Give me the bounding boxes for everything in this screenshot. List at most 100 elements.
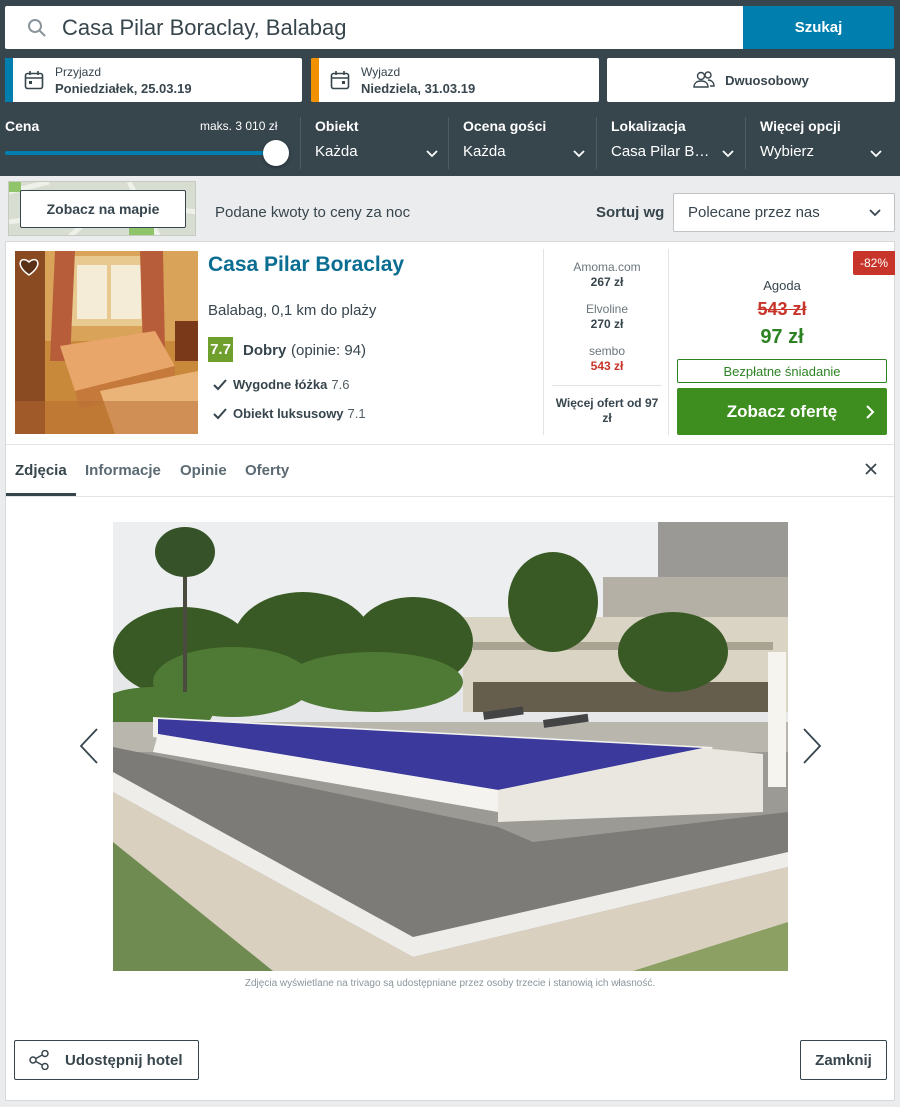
sort-select[interactable]: Polecane przez nas	[673, 193, 895, 232]
offer-price: 543 zł	[590, 359, 624, 373]
tab-photos[interactable]: Zdjęcia	[15, 462, 67, 479]
rating-count[interactable]: (opinie: 94)	[291, 342, 366, 359]
discount-badge: -82%	[853, 251, 895, 275]
property-filter-value: Każda	[315, 143, 358, 160]
search-icon	[28, 19, 46, 37]
show-on-map-button[interactable]: Zobacz na mapie	[20, 190, 186, 228]
chevron-down-icon	[869, 209, 881, 217]
hotel-thumbnail[interactable]	[15, 251, 198, 434]
tabs-divider	[6, 444, 894, 445]
check-icon	[213, 379, 227, 391]
tab-deals[interactable]: Oferty	[245, 462, 289, 479]
chevron-down-icon	[426, 150, 438, 158]
map-preview[interactable]: Zobacz na mapie	[8, 181, 196, 236]
rating-filter[interactable]: Ocena gości Każda	[463, 118, 588, 160]
chevron-left-icon[interactable]	[78, 727, 100, 765]
checkout-label: Wyjazd	[361, 65, 401, 79]
offer-site: Elvoline	[585, 302, 629, 316]
offers-divider	[543, 249, 544, 435]
chevron-right-icon	[866, 405, 875, 419]
feature-score: 7.6	[331, 377, 350, 392]
photo-credit: Zdjęcia wyświetlane na trivago są udostę…	[244, 978, 656, 989]
feature-item: Obiekt luksusowy 7.1	[213, 406, 366, 421]
filter-divider	[448, 117, 449, 169]
tab-info[interactable]: Informacje	[85, 462, 161, 479]
feature-score: 7.1	[347, 406, 366, 421]
close-icon[interactable]	[864, 462, 878, 476]
room-type-selector[interactable]: Dwuosobowy	[607, 58, 895, 102]
location-filter-value: Casa Pilar B…	[611, 143, 710, 160]
offer-price: 267 zł	[590, 275, 624, 289]
feature-name: Obiekt luksusowy	[233, 406, 344, 421]
offer-price: 270 zł	[590, 317, 624, 331]
search-button[interactable]: Szukaj	[743, 6, 894, 49]
search-header: Casa Pilar Boraclay, Balabag Szukaj Przy…	[0, 0, 900, 176]
search-input[interactable]: Casa Pilar Boraclay, Balabag	[5, 6, 743, 49]
old-price: 543 zł	[757, 299, 807, 319]
share-icon	[29, 1050, 49, 1070]
checkout-strip	[311, 58, 319, 102]
breakfast-badge: Bezpłatne śniadanie	[677, 359, 887, 383]
filter-divider	[596, 117, 597, 169]
photo-gallery[interactable]	[113, 522, 788, 971]
guests-icon	[693, 71, 715, 88]
checkin-field[interactable]: Przyjazd Poniedziałek, 25.03.19	[5, 58, 302, 102]
price-filter-label: Cena	[5, 118, 40, 134]
room-type-label: Dwuosobowy	[725, 72, 809, 88]
offer-site: sembo	[588, 344, 626, 358]
chevron-right-icon[interactable]	[801, 727, 823, 765]
share-hotel-label: Udostępnij hotel	[65, 1051, 183, 1069]
hotel-card: Casa Pilar Boraclay Balabag, 0,1 km do p…	[5, 241, 895, 1101]
tab-reviews[interactable]: Opinie	[180, 462, 227, 479]
offers-divider	[668, 249, 669, 435]
deal-site-name: Agoda	[763, 278, 801, 293]
price-max-value: maks. 3 010 zł	[200, 119, 278, 133]
checkin-label: Przyjazd	[55, 65, 102, 79]
property-filter[interactable]: Obiekt Każda	[315, 118, 440, 160]
more-options-label: Więcej opcji	[760, 118, 841, 134]
checkout-field[interactable]: Wyjazd Niedziela, 31.03.19	[311, 58, 599, 102]
checkin-value: Poniedziałek, 25.03.19	[55, 81, 192, 96]
share-hotel-button[interactable]: Udostępnij hotel	[14, 1040, 199, 1080]
checkout-value: Niedziela, 31.03.19	[361, 81, 476, 96]
more-offers-link[interactable]: Więcej ofert od 97 zł	[552, 396, 662, 426]
offer-item[interactable]: Elvoline 270 zł	[552, 302, 662, 331]
checkin-strip	[5, 58, 13, 102]
price-slider-handle[interactable]	[263, 140, 289, 166]
hotel-name[interactable]: Casa Pilar Boraclay	[208, 253, 404, 277]
rating-filter-value: Każda	[463, 143, 506, 160]
hotel-location[interactable]: Balabag, 0,1 km do plaży	[208, 302, 376, 319]
rating-filter-label: Ocena gości	[463, 118, 547, 134]
chevron-down-icon	[870, 150, 882, 158]
calendar-icon	[24, 71, 44, 90]
filter-divider	[300, 117, 301, 169]
tabs-divider	[6, 496, 894, 497]
feature-item: Wygodne łóżka 7.6	[213, 377, 349, 392]
deal-price[interactable]: 97 zł	[678, 326, 886, 349]
location-filter-label: Lokalizacja	[611, 118, 686, 134]
calendar-icon	[330, 71, 350, 90]
rating-word[interactable]: Dobry	[243, 342, 286, 359]
view-deal-label: Zobacz ofertę	[726, 401, 838, 421]
sort-value: Polecane przez nas	[688, 204, 820, 221]
offers-divider	[552, 385, 662, 386]
sort-label: Sortuj wg	[596, 204, 665, 221]
chevron-down-icon	[722, 150, 734, 158]
view-deal-button[interactable]: Zobacz ofertę	[677, 388, 887, 435]
offer-item[interactable]: Amoma.com 267 zł	[552, 260, 662, 289]
feature-name: Wygodne łóżka	[233, 377, 328, 392]
price-filter: Cena	[5, 118, 39, 134]
offer-item[interactable]: sembo 543 zł	[552, 344, 662, 373]
property-filter-label: Obiekt	[315, 118, 359, 134]
close-button[interactable]: Zamknij	[800, 1040, 887, 1080]
filter-divider	[745, 117, 746, 169]
location-filter[interactable]: Lokalizacja Casa Pilar B…	[611, 118, 736, 160]
chevron-down-icon	[573, 150, 585, 158]
search-query[interactable]: Casa Pilar Boraclay, Balabag	[62, 14, 347, 42]
hotel-pool-photo	[113, 522, 788, 971]
offer-site: Amoma.com	[573, 260, 641, 274]
heart-icon[interactable]	[18, 257, 40, 277]
more-options-filter[interactable]: Więcej opcji Wybierz	[760, 118, 890, 160]
price-slider-track[interactable]	[5, 151, 275, 155]
price-note: Podane kwoty to ceny za noc	[215, 204, 411, 221]
